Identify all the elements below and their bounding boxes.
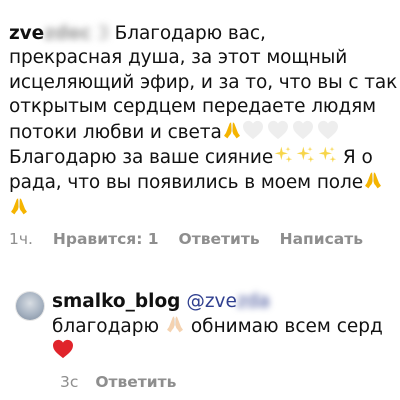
sparkles-icon (317, 145, 337, 165)
folded-hands-icon (9, 196, 29, 216)
message-button[interactable]: Написать (280, 230, 363, 248)
comment-username-redacted: zdec (44, 23, 92, 44)
reply-line-1: smalko_blog @zvezda (52, 290, 383, 314)
reply-mention-redacted: zda (236, 291, 270, 312)
avatar[interactable] (16, 292, 44, 320)
reply-reply-button[interactable]: Ответить (95, 373, 176, 391)
reply-comment: smalko_blog @zvezda благодарю обнимаю вс… (0, 285, 400, 400)
comment-line-2: прекрасная душа, за этот мощный (9, 47, 348, 69)
comment: zvezdec 3 Благодарю вас, прекрасная душа,… (9, 22, 400, 221)
comment-username[interactable]: zve (9, 23, 44, 44)
red-heart-icon (52, 339, 74, 359)
reply-line-3 (52, 339, 383, 364)
comment-line-3: исцеляющий эфир, и за то, что вы с так (9, 71, 398, 93)
white-heart-icon (292, 120, 314, 140)
likes-count-button[interactable]: Нравится: 1 (53, 230, 159, 248)
folded-hands-icon (222, 120, 242, 140)
reply-line-2-a: благодарю (52, 316, 160, 337)
comment-line-5: потоки любви и света (9, 120, 400, 145)
comment-meta: 1ч. Нравится: 1 Ответить Написать (9, 230, 363, 248)
comment-text: zvezdec 3 Благодарю вас, прекрасная душа,… (9, 22, 400, 221)
comment-line-6: Благодарю за ваше сияние Я о (9, 145, 400, 170)
reply-line-2: благодарю обнимаю всем серд (52, 314, 383, 339)
sparkles-icon (273, 145, 293, 165)
comment-line-7: рада, что вы появились в моем поле (9, 170, 400, 195)
comment-line-5-text: потоки любви и света (9, 121, 222, 143)
reply-mention[interactable]: @zve (186, 291, 237, 312)
comment-line-6-tail: Я о (342, 147, 373, 169)
white-heart-icon (267, 120, 289, 140)
folded-hands-icon (363, 170, 383, 190)
comment-redacted: 3 (97, 23, 109, 44)
sparkles-icon (295, 145, 315, 165)
reply-time: 3с (60, 373, 79, 391)
comment-line-7-text: рада, что вы появились в моем поле (9, 172, 364, 194)
reply-button[interactable]: Ответить (179, 230, 260, 248)
white-heart-icon (317, 120, 339, 140)
comment-time: 1ч. (9, 230, 33, 248)
reply-line-2-b: обнимаю всем серд (190, 316, 383, 337)
reply-text: smalko_blog @zvezda благодарю обнимаю вс… (52, 290, 383, 364)
comment-line-1-text: Благодарю вас, (114, 23, 266, 44)
folded-hands-icon (165, 314, 185, 334)
reply-meta: 3с Ответить (60, 373, 176, 391)
comment-line-6-text: Благодарю за ваше сияние (9, 147, 274, 169)
white-heart-icon (242, 120, 264, 140)
reply-username[interactable]: smalko_blog (52, 291, 180, 312)
comment-line-1: zvezdec 3 Благодарю вас, (9, 22, 400, 46)
comment-line-8 (9, 196, 400, 221)
comment-line-4: открытым сердцем передаете людям (9, 96, 376, 118)
